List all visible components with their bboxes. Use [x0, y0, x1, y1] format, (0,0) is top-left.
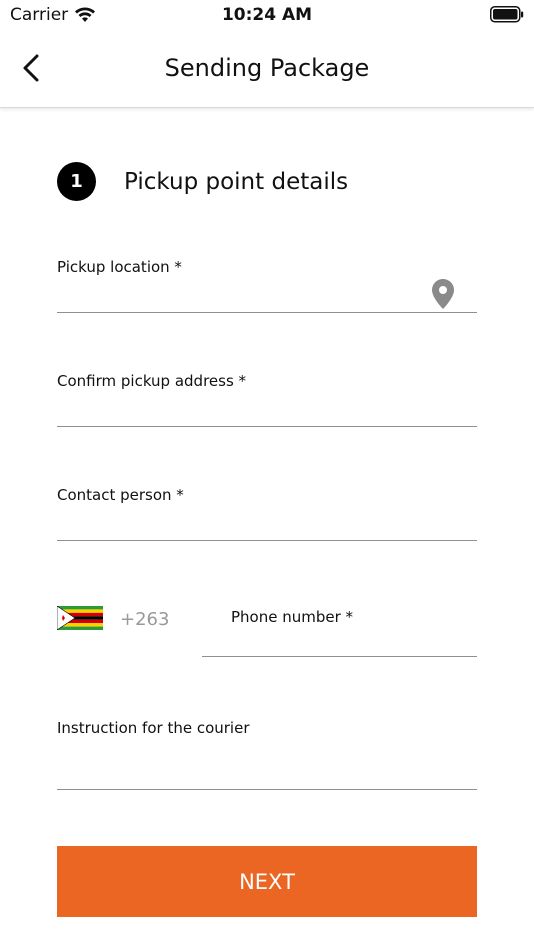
zimbabwe-flag-icon[interactable]	[57, 606, 103, 630]
contact-person-label: Contact person *	[57, 486, 184, 504]
status-time: 10:24 AM	[221, 5, 313, 25]
status-bar: Carrier 10:24 AM	[0, 0, 534, 30]
phone-number-input[interactable]	[231, 626, 471, 652]
step-title: Pickup point details	[124, 168, 349, 195]
navigation-bar: Sending Package	[0, 30, 534, 108]
pickup-location-input[interactable]	[57, 282, 437, 308]
location-pin-icon[interactable]	[431, 278, 455, 310]
phone-number-field[interactable]: Phone number *	[202, 606, 477, 657]
step-number-badge: 1	[57, 162, 96, 201]
country-dial-code[interactable]: +263	[120, 609, 169, 630]
battery-icon	[490, 6, 524, 23]
contact-person-input[interactable]	[57, 510, 477, 536]
page-title: Sending Package	[164, 54, 370, 82]
confirm-address-input[interactable]	[57, 396, 477, 422]
courier-instruction-field[interactable]: Instruction for the courier	[57, 717, 477, 790]
confirm-address-label: Confirm pickup address *	[57, 372, 247, 390]
contact-person-field[interactable]: Contact person *	[57, 484, 477, 541]
pickup-location-label: Pickup location *	[57, 258, 182, 276]
step-header: 1 Pickup point details	[57, 162, 348, 201]
courier-instruction-input[interactable]	[57, 759, 477, 785]
courier-instruction-label: Instruction for the courier	[57, 719, 250, 737]
next-button[interactable]: NEXT	[57, 846, 477, 917]
confirm-address-field[interactable]: Confirm pickup address *	[57, 370, 477, 427]
phone-number-label: Phone number *	[231, 608, 354, 626]
pickup-location-field[interactable]: Pickup location *	[57, 256, 477, 313]
